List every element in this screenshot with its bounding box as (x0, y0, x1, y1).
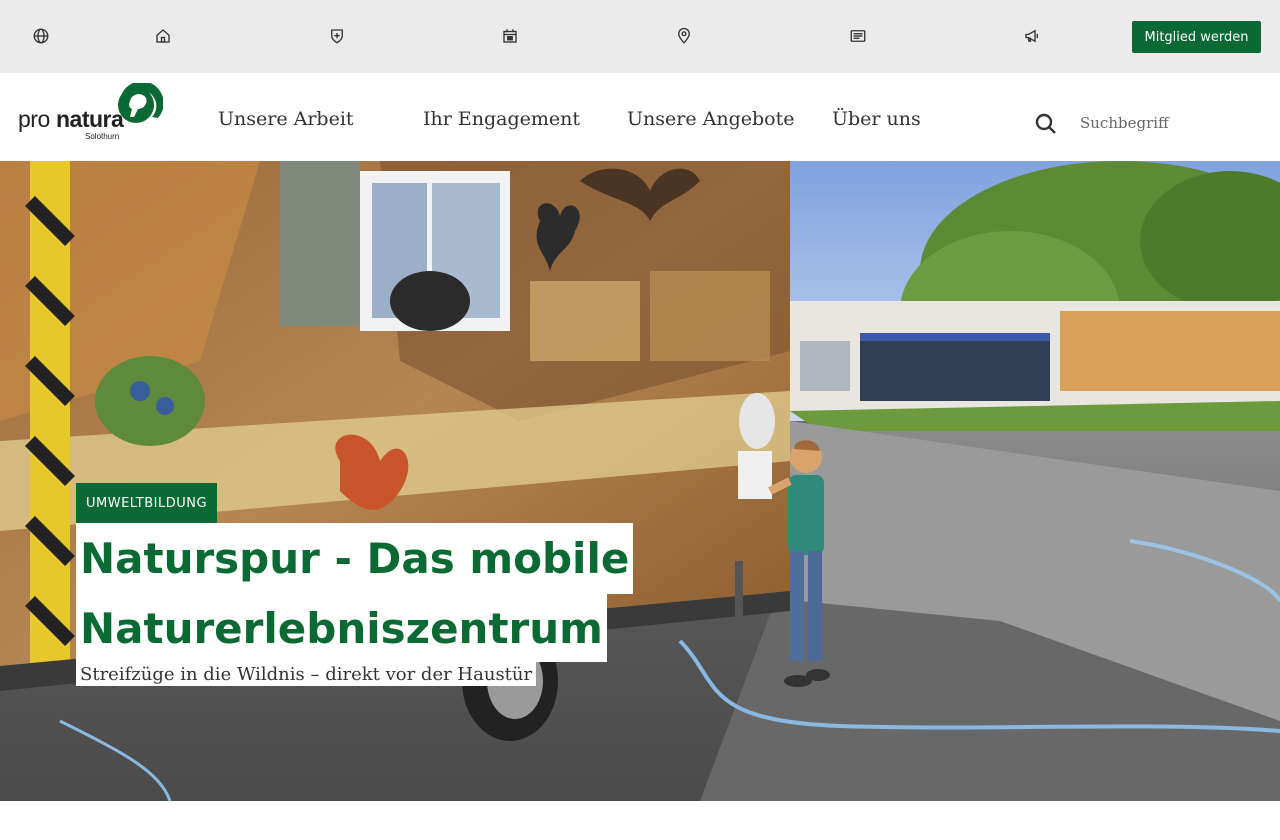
newspaper-icon[interactable] (848, 26, 868, 46)
nav-ihr-engagement[interactable]: Ihr Engagement (423, 108, 580, 130)
utility-bar: Mitglied werden (0, 0, 1280, 73)
hero-headline-line-2: Naturerlebniszentrum (76, 594, 607, 662)
calendar-icon[interactable] (500, 26, 520, 46)
logo-wordmark-natura: natura (56, 106, 124, 132)
hero-banner[interactable]: UMWELTBILDUNG Naturspur - Das mobile Nat… (0, 161, 1280, 801)
logo-subtitle: Solothurn (85, 132, 119, 141)
pro-natura-logo[interactable]: pro natura Solothurn (18, 81, 164, 141)
nav-ueber-uns[interactable]: Über uns (832, 108, 921, 130)
shield-plus-icon[interactable] (327, 26, 347, 46)
nav-unsere-arbeit[interactable]: Unsere Arbeit (218, 108, 354, 130)
search-icon[interactable] (1034, 112, 1058, 136)
main-header: pro natura Solothurn Unsere Arbeit Ihr E… (0, 73, 1280, 161)
megaphone-icon[interactable] (1022, 26, 1042, 46)
become-member-button[interactable]: Mitglied werden (1132, 21, 1261, 53)
category-tag[interactable]: UMWELTBILDUNG (76, 483, 218, 523)
hero-image (0, 161, 1280, 801)
nav-unsere-angebote[interactable]: Unsere Angebote (627, 108, 794, 130)
globe-icon[interactable] (31, 26, 51, 46)
location-pin-icon[interactable] (674, 26, 694, 46)
hero-subline: Streifzüge in die Wildnis – direkt vor d… (76, 662, 537, 686)
home-icon[interactable] (153, 26, 173, 46)
logo-wordmark-pro: pro (18, 106, 50, 132)
search-input[interactable] (1080, 109, 1260, 137)
hero-headline-line-1: Naturspur - Das mobile (76, 523, 634, 594)
